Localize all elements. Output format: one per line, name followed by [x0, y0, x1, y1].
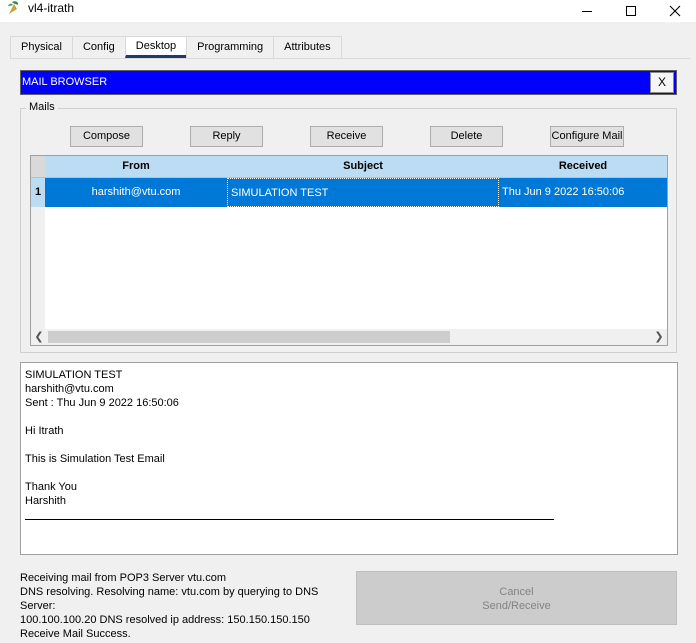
close-icon[interactable]	[652, 0, 696, 22]
cell-from[interactable]: harshith@vtu.com	[45, 178, 227, 207]
message-closing: Thank You	[25, 481, 77, 493]
horizontal-scrollbar[interactable]: ❮ ❯	[31, 329, 667, 345]
status-line: 100.100.100.20 DNS resolved ip address: …	[20, 614, 310, 626]
minimize-icon[interactable]	[564, 0, 610, 22]
mail-table: From Subject Received 1 harshith@vtu.com…	[30, 155, 668, 346]
message-divider	[25, 519, 554, 520]
cell-received[interactable]: Thu Jun 9 2022 16:50:06	[499, 178, 667, 207]
tab-attributes[interactable]: Attributes	[273, 36, 342, 58]
scrollbar-thumb[interactable]	[48, 331, 450, 343]
receive-button[interactable]: Receive	[310, 126, 383, 147]
message-signature: Harshith	[25, 495, 66, 507]
scroll-right-icon[interactable]: ❯	[651, 329, 667, 345]
compose-button[interactable]: Compose	[70, 126, 143, 147]
message-from: harshith@vtu.com	[25, 383, 114, 395]
cell-subject[interactable]: SIMULATION TEST	[227, 178, 499, 207]
status-line: Receiving mail from POP3 Server vtu.com	[20, 572, 227, 584]
mail-browser-header: MAIL BROWSER X	[20, 70, 677, 95]
mails-group-label: Mails	[26, 101, 58, 113]
reply-button[interactable]: Reply	[190, 126, 263, 147]
row-number-column	[31, 207, 45, 329]
tab-config[interactable]: Config	[71, 36, 126, 58]
column-header-from[interactable]: From	[45, 156, 227, 177]
delete-button[interactable]: Delete	[430, 126, 503, 147]
mail-browser-close-button[interactable]: X	[650, 72, 674, 93]
mail-browser-title: MAIL BROWSER	[22, 76, 108, 88]
table-header: From Subject Received	[31, 156, 667, 178]
column-header-subject[interactable]: Subject	[227, 156, 499, 177]
status-line: DNS resolving. Resolving name: vtu.com b…	[20, 586, 319, 612]
column-header-received[interactable]: Received	[499, 156, 667, 177]
message-greeting: Hi Itrath	[25, 425, 64, 437]
configure-mail-button[interactable]: Configure Mail	[550, 126, 624, 147]
cancel-label: Cancel	[499, 586, 534, 598]
tab-desktop[interactable]: Desktop	[124, 36, 188, 58]
title-bar: vl4-itrath	[0, 0, 696, 22]
message-body: This is Simulation Test Email	[25, 453, 165, 465]
tab-programming[interactable]: Programming	[186, 36, 275, 58]
row-number: 1	[31, 178, 45, 207]
cancel-send-receive-button[interactable]: Cancel Send/Receive	[356, 571, 677, 625]
scroll-left-icon[interactable]: ❮	[31, 329, 47, 345]
app-icon	[6, 0, 22, 16]
send-receive-label: Send/Receive	[482, 600, 551, 612]
message-view[interactable]: SIMULATION TEST harshith@vtu.com Sent : …	[20, 362, 678, 555]
row-number-header	[31, 156, 45, 177]
message-sent: Sent : Thu Jun 9 2022 16:50:06	[25, 397, 179, 409]
maximize-icon[interactable]	[608, 0, 654, 22]
window-title: vl4-itrath	[28, 1, 75, 15]
status-log: Receiving mail from POP3 Server vtu.com …	[20, 571, 355, 641]
message-subject: SIMULATION TEST	[25, 369, 123, 381]
tab-physical[interactable]: Physical	[10, 36, 73, 58]
status-line: Receive Mail Success.	[20, 628, 131, 640]
tab-bar: Physical Config Desktop Programming Attr…	[10, 36, 342, 58]
